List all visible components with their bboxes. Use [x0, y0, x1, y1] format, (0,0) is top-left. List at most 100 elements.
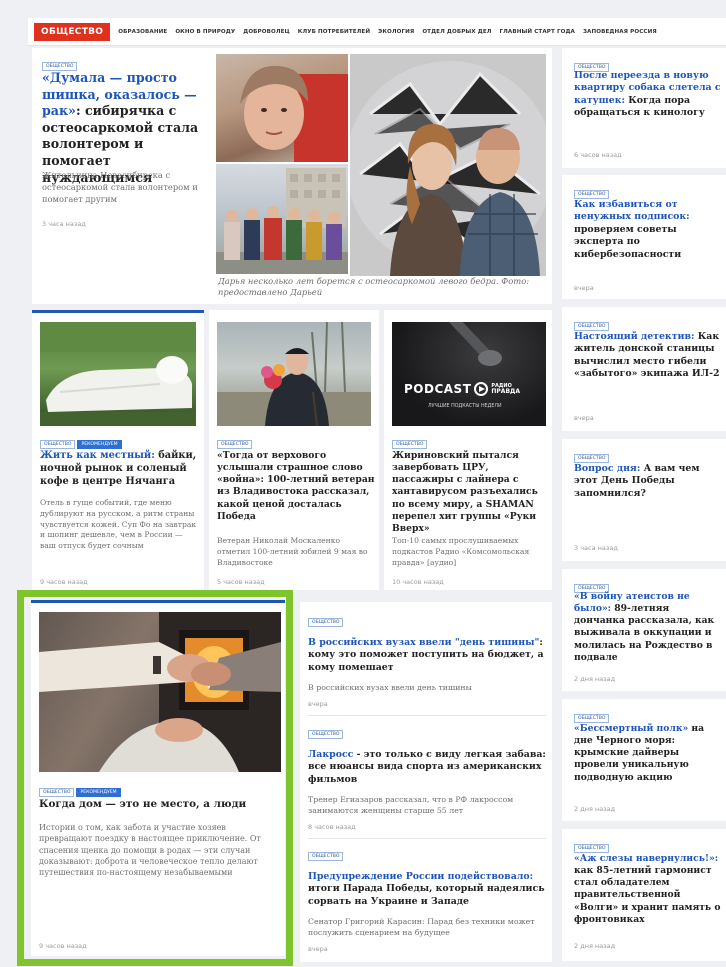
tag-society[interactable]: ОБЩЕСТВО — [574, 714, 610, 723]
podcast-word: PODCAST — [404, 382, 472, 396]
tag-recommend[interactable]: РЕКОМЕНДУЕМ — [76, 788, 121, 797]
list-item[interactable]: ОБЩЕСТВО Предупреждение России подейство… — [308, 846, 548, 956]
divider — [308, 838, 546, 839]
sidebar-headline[interactable]: «В войну атеистов не было»: 89-летняя до… — [574, 591, 722, 664]
list-item-description: Сенатор Григорий Карасин: Парад без техн… — [308, 917, 535, 938]
nhatrang-image[interactable] — [40, 322, 196, 426]
podcast-brand-bottom: ПРАВДА — [491, 387, 521, 395]
hero-card[interactable]: ОБЩЕСТВО «Думала — просто шишка, оказало… — [32, 48, 552, 304]
card-accent-bar — [31, 600, 285, 603]
tag-society[interactable]: ОБЩЕСТВО — [574, 190, 610, 199]
list-item-headline[interactable]: Предупреждение России подействовало: ито… — [308, 871, 548, 908]
nav-item-education[interactable]: ОБРАЗОВАНИЕ — [118, 29, 167, 35]
group-illustration — [216, 168, 348, 274]
news-list: ОБЩЕСТВО В российских вузах ввели "день … — [300, 602, 552, 962]
article-card-podcast[interactable]: PODCAST РАДИО ПРАВДА ЛУЧШИЕ ПОДКАСТЫ НЕД… — [384, 310, 552, 590]
sidebar-time: вчера — [574, 284, 594, 292]
divider — [308, 715, 546, 716]
list-item-description: Тренер Егиазаров рассказал, что в РФ лак… — [308, 795, 514, 816]
nav-item-good-deeds[interactable]: ОТДЕЛ ДОБРЫХ ДЕЛ — [422, 29, 491, 35]
nav-item-consumers[interactable]: КЛУБ ПОТРЕБИТЕЛЕЙ — [298, 29, 370, 35]
tag-society[interactable]: ОБЩЕСТВО — [308, 730, 344, 739]
sidebar-time: 6 часов назад — [574, 151, 622, 159]
article-card-home-people[interactable]: ОБЩЕСТВО РЕКОМЕНДУЕМ Когда дом — это не м… — [31, 600, 285, 956]
sidebar-time: 2 дня назад — [574, 805, 616, 813]
hero-description: Жительница Новосибирска с остеосаркомой … — [42, 170, 198, 204]
list-item-time: 8 часов назад — [308, 823, 356, 832]
article-card-nhatrang[interactable]: ОБЩЕСТВО РЕКОМЕНДУЕМ Жить как местный: ба… — [32, 310, 204, 590]
tag-society[interactable]: ОБЩЕСТВО — [39, 788, 75, 797]
list-item[interactable]: ОБЩЕСТВО В российских вузах ввели "день … — [308, 612, 548, 712]
podcast-logo: PODCAST РАДИО ПРАВДА — [404, 382, 520, 396]
nav-item-volunteer[interactable]: ДОБРОВОЛЕЦ — [243, 29, 290, 35]
podcast-time: 10 часов назад — [392, 578, 444, 586]
nhatrang-headline[interactable]: Жить как местный: байки, ночной рынок и … — [40, 450, 198, 489]
tag-society[interactable]: ОБЩЕСТВО — [574, 844, 610, 853]
hero-photo-group[interactable] — [216, 164, 348, 274]
veteran-headline[interactable]: «Тогда от верхового услышали страшное сл… — [217, 450, 375, 523]
sidebar-time: 2 дня назад — [574, 675, 616, 683]
sidebar-headline[interactable]: Как избавиться от ненужных подписок: про… — [574, 199, 722, 261]
veteran-image[interactable] — [217, 322, 371, 426]
nhatrang-time: 9 часов назад — [40, 578, 88, 586]
veteran-description: Ветеран Николай Москаленко отметил 100-л… — [217, 536, 368, 567]
section-nav: ОБЩЕСТВО ОБРАЗОВАНИЕ ОКНО В ПРИРОДУ ДОБР… — [28, 18, 726, 46]
nav-item-main-start[interactable]: ГЛАВНЫЙ СТАРТ ГОДА — [500, 29, 575, 35]
sidebar-time: 2 дня назад — [574, 942, 616, 950]
home-people-headline[interactable]: Когда дом — это не место, а люди — [39, 798, 279, 812]
sidebar-card-question[interactable]: ОБЩЕСТВО Вопрос дня: А вам чем этот День… — [562, 439, 726, 561]
sidebar-headline[interactable]: После переезда в новую квартиру собака с… — [574, 70, 722, 120]
nav-item-nature[interactable]: ОКНО В ПРИРОДУ — [175, 29, 235, 35]
nav-section-society[interactable]: ОБЩЕСТВО — [34, 22, 111, 41]
podcast-subtitle: ЛУЧШИЕ ПОДКАСТЫ НЕДЕЛИ — [428, 404, 502, 409]
podcast-image[interactable]: PODCAST РАДИО ПРАВДА ЛУЧШИЕ ПОДКАСТЫ НЕД… — [392, 322, 546, 426]
home-people-image[interactable] — [39, 612, 281, 772]
selfie-illustration — [240, 65, 348, 162]
hero-headline[interactable]: «Думала — просто шишка, оказалось — рак»… — [42, 70, 212, 186]
list-item-description: В российских вузах ввели день тишины — [308, 683, 472, 693]
tag-society[interactable]: ОБЩЕСТВО — [40, 440, 76, 449]
list-item-headline[interactable]: В российских вузах ввели "день тишины": … — [308, 637, 548, 674]
hero-photo-selfie[interactable] — [216, 54, 348, 162]
hero-photo-caption: Дарья несколько лет борется с остеосарко… — [218, 276, 530, 297]
list-item-headline[interactable]: Лакросс - это только с виду легкая забав… — [308, 749, 548, 786]
podcast-headline[interactable]: Жириновский пытался завербовать ЦРУ, пас… — [392, 450, 548, 535]
podcast-description: Топ-10 самых прослушиваемых подкастов Ра… — [392, 536, 530, 567]
sidebar-card-subscriptions[interactable]: ОБЩЕСТВО Как избавиться от ненужных подп… — [562, 175, 726, 299]
tag-recommend[interactable]: РЕКОМЕНДУЕМ — [77, 440, 122, 449]
sidebar-card-dog[interactable]: ОБЩЕСТВО После переезда в новую квартиру… — [562, 48, 726, 168]
list-item-time: вчера — [308, 945, 328, 954]
sidebar-headline[interactable]: «Бессмертный полк» на дне Черного моря: … — [574, 723, 722, 784]
nav-item-reserve[interactable]: ЗАПОВЕДНАЯ РОССИЯ — [583, 29, 657, 35]
sidebar-headline[interactable]: «Аж слезы навернулись!»: как 85-летний г… — [574, 853, 722, 926]
tag-society[interactable]: ОБЩЕСТВО — [308, 618, 344, 627]
veteran-illustration — [217, 322, 371, 426]
tag-society[interactable]: ОБЩЕСТВО — [217, 440, 253, 449]
sidebar-card-accordionist[interactable]: ОБЩЕСТВО «Аж слезы навернулись!»: как 85… — [562, 829, 726, 961]
home-people-time: 9 часов назад — [39, 942, 87, 950]
sidebar-card-regiment[interactable]: ОБЩЕСТВО «Бессмертный полк» на дне Черно… — [562, 699, 726, 821]
nav-item-ecology[interactable]: ЭКОЛОГИЯ — [378, 29, 414, 35]
card-accent-bar — [32, 310, 204, 313]
tag-society[interactable]: ОБЩЕСТВО — [574, 454, 610, 463]
play-icon — [474, 382, 489, 396]
sidebar-headline[interactable]: Настоящий детектив: Как житель донской с… — [574, 331, 722, 381]
sidebar-card-detective[interactable]: ОБЩЕСТВО Настоящий детектив: Как житель … — [562, 307, 726, 431]
buddha-statue-illustration — [40, 322, 196, 426]
tag-society[interactable]: ОБЩЕСТВО — [392, 440, 428, 449]
list-item-time: вчера — [308, 700, 328, 709]
nhatrang-description: Отель в гуще событий, где меню дублируют… — [40, 498, 197, 551]
sidebar-time: вчера — [574, 414, 594, 422]
tag-society[interactable]: ОБЩЕСТВО — [574, 322, 610, 331]
hero-time: 3 часа назад — [42, 220, 86, 228]
list-item[interactable]: ОБЩЕСТВО Лакросс - это только с виду лег… — [308, 724, 548, 834]
tag-society[interactable]: ОБЩЕСТВО — [308, 852, 344, 861]
microphone-illustration — [448, 322, 502, 366]
sidebar-time: 3 часа назад — [574, 544, 618, 552]
couple-illustration — [350, 54, 546, 276]
hero-photo-couple[interactable] — [350, 54, 546, 276]
article-card-veteran[interactable]: ОБЩЕСТВО «Тогда от верхового услышали ст… — [209, 310, 379, 590]
sidebar-card-atheists[interactable]: ОБЩЕСТВО «В войну атеистов не было»: 89-… — [562, 569, 726, 691]
sidebar-headline[interactable]: Вопрос дня: А вам чем этот День Победы з… — [574, 463, 722, 500]
hands-stove-illustration — [39, 612, 281, 772]
